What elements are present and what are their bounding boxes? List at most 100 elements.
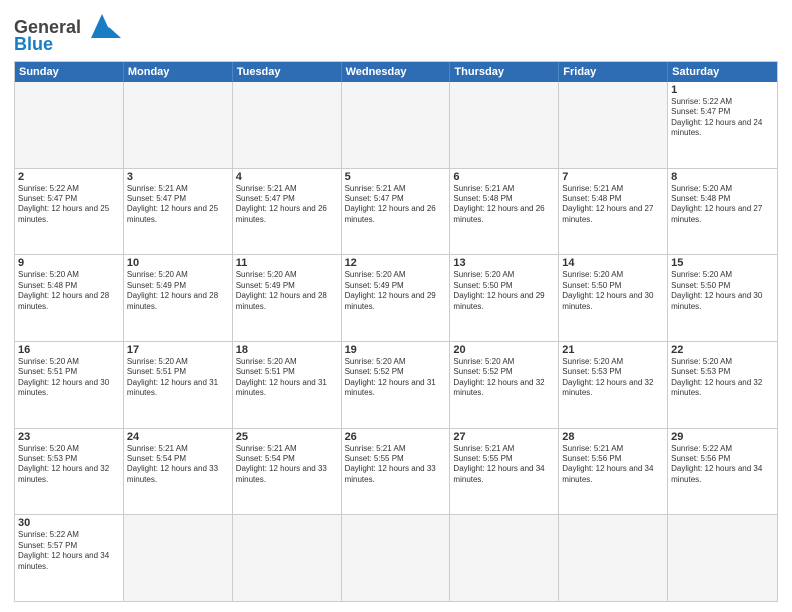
cal-cell-22: 22Sunrise: 5:20 AMSunset: 5:53 PMDayligh…: [668, 342, 777, 428]
cell-info: Sunrise: 5:21 AMSunset: 5:56 PMDaylight:…: [562, 444, 664, 486]
cal-cell-4: 4Sunrise: 5:21 AMSunset: 5:47 PMDaylight…: [233, 169, 342, 255]
day-number: 3: [127, 171, 229, 183]
cal-cell-empty: [342, 515, 451, 601]
cal-cell-25: 25Sunrise: 5:21 AMSunset: 5:54 PMDayligh…: [233, 429, 342, 515]
cal-header-sunday: Sunday: [15, 62, 124, 82]
day-number: 7: [562, 171, 664, 183]
cal-cell-23: 23Sunrise: 5:20 AMSunset: 5:53 PMDayligh…: [15, 429, 124, 515]
day-number: 2: [18, 171, 120, 183]
cal-cell-empty: [450, 515, 559, 601]
cell-info: Sunrise: 5:22 AMSunset: 5:57 PMDaylight:…: [18, 530, 120, 572]
cal-cell-18: 18Sunrise: 5:20 AMSunset: 5:51 PMDayligh…: [233, 342, 342, 428]
cell-info: Sunrise: 5:21 AMSunset: 5:47 PMDaylight:…: [345, 184, 447, 226]
cal-header-friday: Friday: [559, 62, 668, 82]
cell-info: Sunrise: 5:20 AMSunset: 5:49 PMDaylight:…: [127, 270, 229, 312]
cal-cell-13: 13Sunrise: 5:20 AMSunset: 5:50 PMDayligh…: [450, 255, 559, 341]
cal-cell-26: 26Sunrise: 5:21 AMSunset: 5:55 PMDayligh…: [342, 429, 451, 515]
cal-cell-14: 14Sunrise: 5:20 AMSunset: 5:50 PMDayligh…: [559, 255, 668, 341]
cell-info: Sunrise: 5:20 AMSunset: 5:49 PMDaylight:…: [236, 270, 338, 312]
cal-cell-1: 1Sunrise: 5:22 AMSunset: 5:47 PMDaylight…: [668, 82, 777, 168]
cal-cell-10: 10Sunrise: 5:20 AMSunset: 5:49 PMDayligh…: [124, 255, 233, 341]
day-number: 14: [562, 257, 664, 269]
cell-info: Sunrise: 5:21 AMSunset: 5:54 PMDaylight:…: [127, 444, 229, 486]
cal-header-wednesday: Wednesday: [342, 62, 451, 82]
logo-blue-text: Blue: [14, 34, 53, 55]
day-number: 26: [345, 431, 447, 443]
cal-cell-empty: [15, 82, 124, 168]
day-number: 15: [671, 257, 774, 269]
cell-info: Sunrise: 5:21 AMSunset: 5:48 PMDaylight:…: [562, 184, 664, 226]
cal-cell-9: 9Sunrise: 5:20 AMSunset: 5:48 PMDaylight…: [15, 255, 124, 341]
day-number: 23: [18, 431, 120, 443]
cal-week-3: 16Sunrise: 5:20 AMSunset: 5:51 PMDayligh…: [15, 341, 777, 428]
cal-cell-empty: [233, 515, 342, 601]
cell-info: Sunrise: 5:20 AMSunset: 5:49 PMDaylight:…: [345, 270, 447, 312]
cal-cell-20: 20Sunrise: 5:20 AMSunset: 5:52 PMDayligh…: [450, 342, 559, 428]
cal-cell-16: 16Sunrise: 5:20 AMSunset: 5:51 PMDayligh…: [15, 342, 124, 428]
cell-info: Sunrise: 5:20 AMSunset: 5:53 PMDaylight:…: [671, 357, 774, 399]
day-number: 30: [18, 517, 120, 529]
cal-cell-empty: [559, 515, 668, 601]
cal-cell-3: 3Sunrise: 5:21 AMSunset: 5:47 PMDaylight…: [124, 169, 233, 255]
day-number: 27: [453, 431, 555, 443]
cell-info: Sunrise: 5:21 AMSunset: 5:55 PMDaylight:…: [345, 444, 447, 486]
cal-cell-empty: [124, 515, 233, 601]
day-number: 1: [671, 84, 774, 96]
cal-header-thursday: Thursday: [450, 62, 559, 82]
cal-cell-28: 28Sunrise: 5:21 AMSunset: 5:56 PMDayligh…: [559, 429, 668, 515]
cal-cell-empty: [559, 82, 668, 168]
day-number: 13: [453, 257, 555, 269]
cal-cell-29: 29Sunrise: 5:22 AMSunset: 5:56 PMDayligh…: [668, 429, 777, 515]
calendar: SundayMondayTuesdayWednesdayThursdayFrid…: [14, 61, 778, 602]
cal-cell-30: 30Sunrise: 5:22 AMSunset: 5:57 PMDayligh…: [15, 515, 124, 601]
cal-cell-24: 24Sunrise: 5:21 AMSunset: 5:54 PMDayligh…: [124, 429, 233, 515]
day-number: 9: [18, 257, 120, 269]
day-number: 10: [127, 257, 229, 269]
day-number: 11: [236, 257, 338, 269]
logo: General Blue: [14, 14, 121, 55]
cal-cell-11: 11Sunrise: 5:20 AMSunset: 5:49 PMDayligh…: [233, 255, 342, 341]
cal-cell-empty: [124, 82, 233, 168]
cell-info: Sunrise: 5:21 AMSunset: 5:55 PMDaylight:…: [453, 444, 555, 486]
cal-cell-6: 6Sunrise: 5:21 AMSunset: 5:48 PMDaylight…: [450, 169, 559, 255]
cell-info: Sunrise: 5:20 AMSunset: 5:51 PMDaylight:…: [236, 357, 338, 399]
header: General Blue: [14, 10, 778, 55]
cell-info: Sunrise: 5:20 AMSunset: 5:53 PMDaylight:…: [562, 357, 664, 399]
day-number: 17: [127, 344, 229, 356]
cell-info: Sunrise: 5:20 AMSunset: 5:50 PMDaylight:…: [671, 270, 774, 312]
cell-info: Sunrise: 5:20 AMSunset: 5:48 PMDaylight:…: [671, 184, 774, 226]
cal-header-tuesday: Tuesday: [233, 62, 342, 82]
cal-header-saturday: Saturday: [668, 62, 777, 82]
cell-info: Sunrise: 5:22 AMSunset: 5:56 PMDaylight:…: [671, 444, 774, 486]
cal-header-monday: Monday: [124, 62, 233, 82]
cell-info: Sunrise: 5:20 AMSunset: 5:51 PMDaylight:…: [18, 357, 120, 399]
cal-cell-5: 5Sunrise: 5:21 AMSunset: 5:47 PMDaylight…: [342, 169, 451, 255]
cell-info: Sunrise: 5:22 AMSunset: 5:47 PMDaylight:…: [671, 97, 774, 139]
cell-info: Sunrise: 5:21 AMSunset: 5:47 PMDaylight:…: [127, 184, 229, 226]
cal-cell-empty: [668, 515, 777, 601]
cell-info: Sunrise: 5:20 AMSunset: 5:52 PMDaylight:…: [453, 357, 555, 399]
day-number: 29: [671, 431, 774, 443]
cell-info: Sunrise: 5:20 AMSunset: 5:52 PMDaylight:…: [345, 357, 447, 399]
cal-cell-19: 19Sunrise: 5:20 AMSunset: 5:52 PMDayligh…: [342, 342, 451, 428]
day-number: 21: [562, 344, 664, 356]
cell-info: Sunrise: 5:20 AMSunset: 5:50 PMDaylight:…: [453, 270, 555, 312]
day-number: 24: [127, 431, 229, 443]
cell-info: Sunrise: 5:21 AMSunset: 5:54 PMDaylight:…: [236, 444, 338, 486]
cal-week-2: 9Sunrise: 5:20 AMSunset: 5:48 PMDaylight…: [15, 254, 777, 341]
cell-info: Sunrise: 5:22 AMSunset: 5:47 PMDaylight:…: [18, 184, 120, 226]
cal-cell-27: 27Sunrise: 5:21 AMSunset: 5:55 PMDayligh…: [450, 429, 559, 515]
cell-info: Sunrise: 5:21 AMSunset: 5:48 PMDaylight:…: [453, 184, 555, 226]
day-number: 18: [236, 344, 338, 356]
cal-week-0: 1Sunrise: 5:22 AMSunset: 5:47 PMDaylight…: [15, 82, 777, 168]
cal-cell-7: 7Sunrise: 5:21 AMSunset: 5:48 PMDaylight…: [559, 169, 668, 255]
day-number: 4: [236, 171, 338, 183]
day-number: 5: [345, 171, 447, 183]
logo-icon: [83, 10, 121, 40]
cal-week-4: 23Sunrise: 5:20 AMSunset: 5:53 PMDayligh…: [15, 428, 777, 515]
cal-cell-empty: [450, 82, 559, 168]
day-number: 12: [345, 257, 447, 269]
day-number: 25: [236, 431, 338, 443]
day-number: 8: [671, 171, 774, 183]
calendar-header: SundayMondayTuesdayWednesdayThursdayFrid…: [15, 62, 777, 82]
